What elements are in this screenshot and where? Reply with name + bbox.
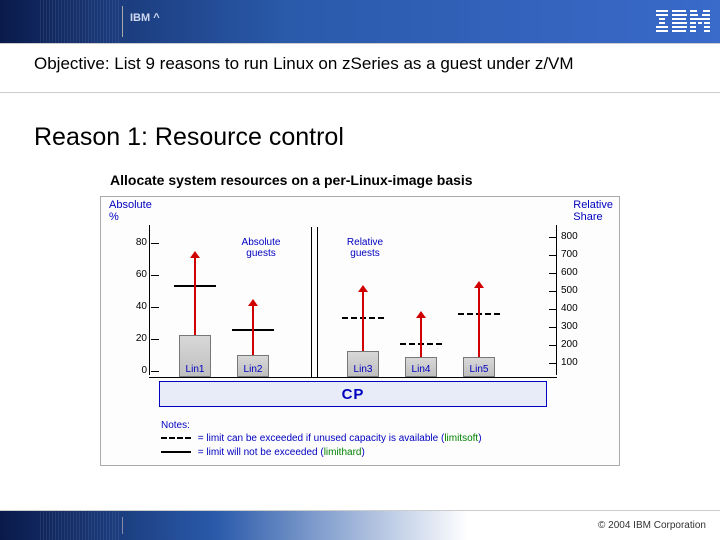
- reason-subtitle: Allocate system resources on a per-Linux…: [0, 152, 720, 196]
- chart-notes: Notes: = limit can be exceeded if unused…: [161, 419, 482, 460]
- chart-container: Absolute% RelativeShare 0 20 40 60 80 10…: [100, 196, 620, 466]
- group-separator: [311, 227, 312, 377]
- bar-label: Lin4: [403, 364, 439, 375]
- notes-line-limitsoft: = limit can be exceeded if unused capaci…: [161, 432, 482, 446]
- right-tick: 700: [561, 249, 591, 260]
- dash-icon: [161, 437, 191, 439]
- left-axis-title: Absolute%: [109, 199, 152, 223]
- solid-icon: [161, 451, 191, 453]
- right-tick: 600: [561, 267, 591, 278]
- group-relative: Relativeguests: [337, 237, 393, 259]
- right-tick: 100: [561, 357, 591, 368]
- notes-line-limithard: = limit will not be exceeded (limithard): [161, 446, 482, 460]
- left-tick: 40: [119, 301, 147, 312]
- bar-label: Lin2: [235, 364, 271, 375]
- arrow-lin1: [194, 257, 196, 335]
- ibm-logo: [656, 10, 710, 32]
- arrow-lin3: [362, 291, 364, 351]
- left-tick: 80: [119, 237, 147, 248]
- left-tick: 20: [119, 333, 147, 344]
- right-tick: 500: [561, 285, 591, 296]
- right-axis: [556, 225, 557, 375]
- header-band: IBM ^: [0, 0, 720, 44]
- cp-box: CP: [159, 381, 547, 407]
- objective-text: Objective: List 9 reasons to run Linux o…: [0, 44, 720, 93]
- footer-divider: [122, 517, 123, 534]
- copyright: © 2004 IBM Corporation: [598, 520, 706, 531]
- arrow-lin4: [420, 317, 422, 357]
- right-tick: 400: [561, 303, 591, 314]
- group-absolute: Absoluteguests: [231, 237, 291, 259]
- arrow-lin2: [252, 305, 254, 355]
- bar-label: Lin5: [461, 364, 497, 375]
- header-divider: [122, 6, 123, 37]
- footer-band: © 2004 IBM Corporation: [0, 510, 720, 540]
- right-axis-title: RelativeShare: [573, 199, 613, 223]
- left-tick: 60: [119, 269, 147, 280]
- left-tick: 0: [119, 365, 147, 376]
- notes-heading: Notes:: [161, 419, 482, 433]
- left-axis: [149, 225, 150, 375]
- right-tick: 800: [561, 231, 591, 242]
- bar-label: Lin3: [345, 364, 381, 375]
- brand-small: IBM ^: [130, 12, 160, 24]
- reason-title: Reason 1: Resource control: [0, 123, 720, 152]
- group-separator: [317, 227, 318, 377]
- right-tick: 300: [561, 321, 591, 332]
- baseline: [149, 377, 557, 378]
- arrow-lin5: [478, 287, 480, 357]
- bar-label: Lin1: [177, 364, 213, 375]
- right-tick: 200: [561, 339, 591, 350]
